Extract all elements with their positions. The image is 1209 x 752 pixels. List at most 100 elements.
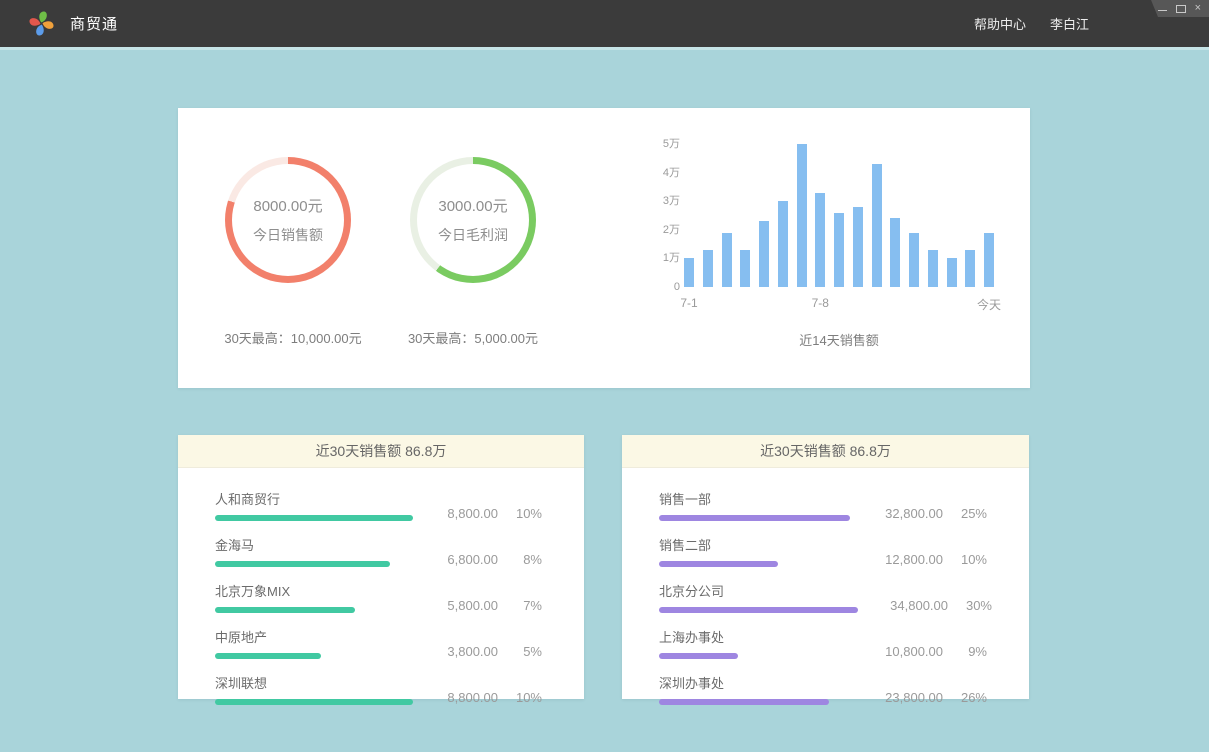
rank-row-left: 深圳办事处 — [659, 673, 853, 705]
rank-row: 金海马6,800.008% — [215, 535, 542, 567]
rank-row-percent: 26% — [943, 690, 987, 705]
department-rank-card: 近30天销售额 86.8万 销售一部32,800.0025% 销售二部12,800… — [622, 435, 1029, 699]
rank-row-percent: 10% — [498, 690, 542, 705]
y-tick-label: 0 — [638, 279, 680, 295]
today-sales-donut: 8000.00元 今日销售额 — [225, 157, 351, 283]
rank-row-percent: 7% — [498, 598, 542, 613]
sales-bar — [947, 258, 957, 287]
today-profit-caption: 今日毛利润 — [438, 225, 508, 245]
rank-row-bar — [659, 699, 829, 705]
rank-row-left: 上海办事处 — [659, 627, 853, 659]
rank-row-label: 销售一部 — [659, 489, 853, 508]
rank-row-label: 中原地产 — [215, 627, 420, 646]
minimize-icon[interactable] — [1158, 10, 1167, 11]
y-tick-label: 2万 — [638, 222, 680, 238]
customer-rank-card: 近30天销售额 86.8万 人和商贸行8,800.0010%金海马6,800.0… — [178, 435, 584, 699]
chart-title: 近14天销售额 — [684, 330, 994, 349]
rank-row-bar — [659, 653, 738, 659]
rank-row: 销售一部32,800.0025% — [659, 489, 987, 521]
sales-bar — [965, 250, 975, 287]
rank-row-left: 北京分公司 — [659, 581, 858, 613]
overview-card: 8000.00元 今日销售额 30天最高：10,000.00元 3000.00元… — [178, 108, 1030, 388]
rank-row: 上海办事处10,800.009% — [659, 627, 987, 659]
department-rank-header: 近30天销售额 86.8万 — [622, 435, 1029, 468]
sales-14day-bar-chart: 5万4万3万2万1万0 7-17-8今天 近14天销售额 — [638, 136, 1018, 376]
rank-row: 北京分公司34,800.0030% — [659, 581, 987, 613]
rank-row-label: 人和商贸行 — [215, 489, 420, 508]
rank-row-label: 深圳办事处 — [659, 673, 853, 692]
today-sales-caption: 今日销售额 — [253, 225, 323, 245]
y-tick-label: 4万 — [638, 165, 680, 181]
rank-row-label: 北京万象MIX — [215, 581, 420, 600]
y-tick-label: 1万 — [638, 250, 680, 266]
sales-bar — [703, 250, 713, 287]
rank-row-values: 6,800.008% — [420, 552, 542, 567]
rank-row: 中原地产3,800.005% — [215, 627, 542, 659]
sales-bar — [984, 233, 994, 287]
rank-row-left: 人和商贸行 — [215, 489, 420, 521]
rank-row-values: 8,800.0010% — [420, 690, 542, 705]
sales-bar — [890, 218, 900, 287]
maximize-icon[interactable] — [1176, 5, 1186, 13]
rank-row-left: 中原地产 — [215, 627, 420, 659]
x-tick-label: 7-1 — [680, 296, 697, 310]
rank-row-bar — [215, 561, 390, 567]
rank-row-bar — [659, 561, 778, 567]
rank-row-percent: 10% — [498, 506, 542, 521]
x-tick-label: 7-8 — [812, 296, 829, 310]
rank-row-left: 销售二部 — [659, 535, 853, 567]
sales-bar — [909, 233, 919, 287]
sales-bar — [872, 164, 882, 287]
rank-row-left: 北京万象MIX — [215, 581, 420, 613]
rank-row-values: 10,800.009% — [853, 644, 987, 659]
rank-row-percent: 25% — [943, 506, 987, 521]
app-logo-pinwheel-icon — [28, 10, 55, 37]
rank-row: 深圳办事处23,800.0026% — [659, 673, 987, 705]
rank-row-amount: 3,800.00 — [420, 644, 498, 659]
sales-bar — [759, 221, 769, 287]
customer-rank-list: 人和商贸行8,800.0010%金海马6,800.008%北京万象MIX5,80… — [178, 468, 584, 705]
rank-row-amount: 23,800.00 — [853, 690, 943, 705]
rank-row-label: 深圳联想 — [215, 673, 420, 692]
rank-row-bar — [215, 653, 321, 659]
rank-row-amount: 8,800.00 — [420, 690, 498, 705]
help-center-link[interactable]: 帮助中心 — [974, 14, 1026, 33]
app-title: 商贸通 — [70, 13, 118, 34]
rank-row-amount: 12,800.00 — [853, 552, 943, 567]
y-tick-label: 5万 — [638, 136, 680, 152]
rank-row-values: 5,800.007% — [420, 598, 542, 613]
today-profit-donut-center: 3000.00元 今日毛利润 — [417, 164, 529, 276]
sales-bar — [740, 250, 750, 287]
sales-bar — [797, 144, 807, 287]
rank-row-bar — [215, 515, 413, 521]
rank-row-label: 上海办事处 — [659, 627, 853, 646]
rank-row-label: 金海马 — [215, 535, 420, 554]
rank-row-values: 8,800.0010% — [420, 506, 542, 521]
rank-row-values: 23,800.0026% — [853, 690, 987, 705]
rank-row-values: 12,800.0010% — [853, 552, 987, 567]
rank-row-amount: 5,800.00 — [420, 598, 498, 613]
rank-row-amount: 8,800.00 — [420, 506, 498, 521]
rank-row-bar — [215, 607, 355, 613]
rank-row-amount: 34,800.00 — [858, 598, 948, 613]
department-rank-list: 销售一部32,800.0025% 销售二部12,800.0010% 北京分公司34,… — [622, 468, 1029, 705]
user-menu[interactable]: 李白江 — [1050, 14, 1089, 33]
sales-bar — [815, 193, 825, 287]
rank-row-percent: 8% — [498, 552, 542, 567]
rank-row: 销售二部12,800.0010% — [659, 535, 987, 567]
rank-row: 人和商贸行8,800.0010% — [215, 489, 542, 521]
x-tick-label: 今天 — [977, 296, 1001, 313]
rank-row-bar — [659, 607, 858, 613]
sales-bar — [853, 207, 863, 287]
rank-row-label: 北京分公司 — [659, 581, 858, 600]
rank-row-amount: 32,800.00 — [853, 506, 943, 521]
today-profit-donut: 3000.00元 今日毛利润 — [410, 157, 536, 283]
rank-row: 深圳联想8,800.0010% — [215, 673, 542, 705]
close-icon[interactable]: × — [1195, 3, 1201, 14]
rank-row-bar — [215, 699, 413, 705]
today-profit-value: 3000.00元 — [438, 195, 507, 216]
profit-30day-high: 30天最高：5,000.00元 — [363, 328, 583, 347]
rank-row-percent: 10% — [943, 552, 987, 567]
rank-row-left: 深圳联想 — [215, 673, 420, 705]
rank-row-values: 3,800.005% — [420, 644, 542, 659]
